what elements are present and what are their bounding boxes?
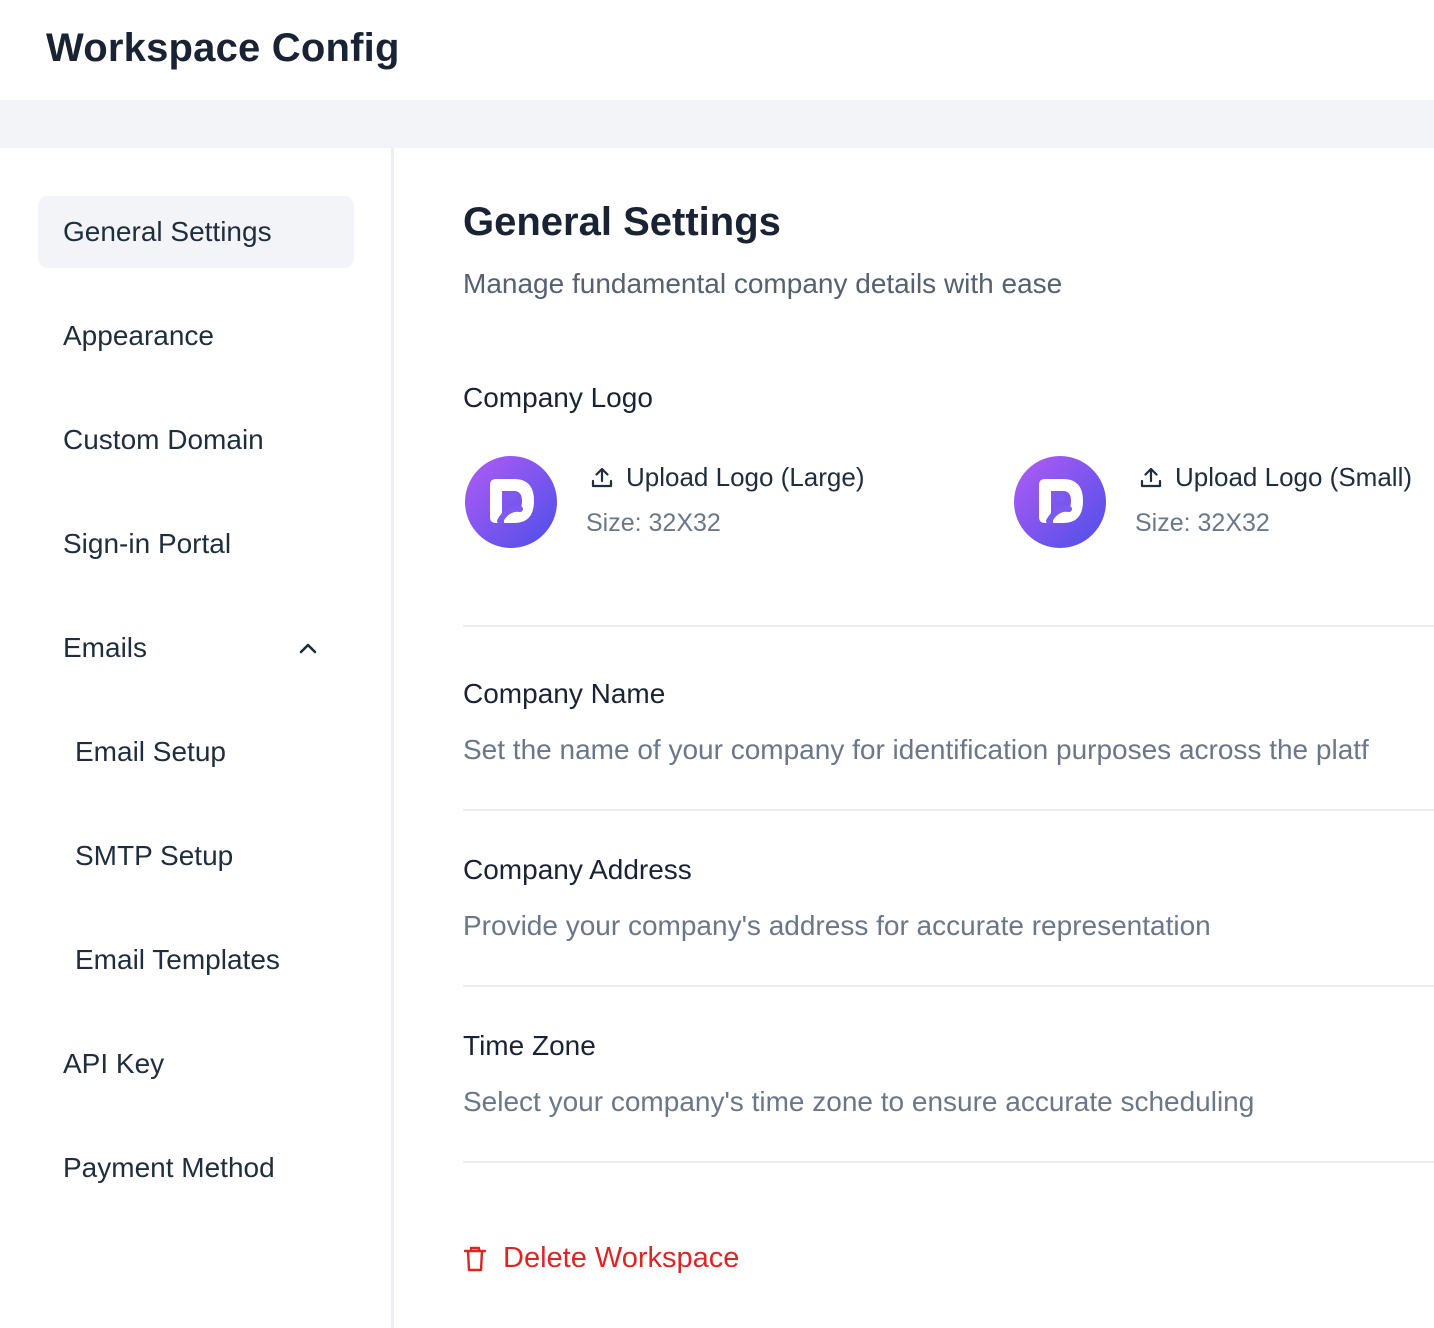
sidebar-item-label: Custom Domain xyxy=(63,424,264,455)
sidebar-item-label: General Settings xyxy=(63,216,272,247)
divider xyxy=(463,625,1434,627)
divider xyxy=(463,809,1434,811)
upload-logo-small-label: Upload Logo (Small) xyxy=(1175,462,1413,492)
time-zone-description: Select your company's time zone to ensur… xyxy=(463,1086,1255,1117)
chevron-up-icon[interactable] xyxy=(296,636,320,660)
sidebar-item-label: Email Setup xyxy=(75,736,226,767)
sidebar-item-email-setup[interactable]: Email Setup xyxy=(38,716,354,788)
sidebar-item-custom-domain[interactable]: Custom Domain xyxy=(38,404,354,476)
sidebar-item-label: Emails xyxy=(63,632,148,663)
sidebar-item-emails[interactable]: Emails xyxy=(38,612,354,684)
logo-large-size: Size: 32X32 xyxy=(586,509,721,537)
sidebar-item-sign-in-portal[interactable]: Sign-in Portal xyxy=(38,508,354,580)
delete-workspace-button[interactable]: Delete Workspace xyxy=(463,1242,739,1275)
company-logo-small-avatar xyxy=(1014,456,1106,548)
top-bar: Workspace Config xyxy=(0,0,1434,100)
upload-icon xyxy=(1140,467,1162,487)
upload-logo-small-button[interactable]: Upload Logo (Small) xyxy=(1139,462,1412,493)
logo-small-size: Size: 32X32 xyxy=(1135,509,1270,537)
company-name-description: Set the name of your company for identif… xyxy=(463,734,1369,765)
company-logo-large-avatar xyxy=(465,456,557,548)
sidebar: General Settings Appearance Custom Domai… xyxy=(0,148,394,1328)
company-name-title: Company Name xyxy=(463,678,666,709)
page-title: General Settings xyxy=(463,200,781,244)
divider xyxy=(463,1161,1434,1163)
time-zone-title: Time Zone xyxy=(463,1030,596,1061)
company-logo-title: Company Logo xyxy=(463,382,653,413)
delete-workspace-label: Delete Workspace xyxy=(503,1242,740,1274)
sidebar-item-smtp-setup[interactable]: SMTP Setup xyxy=(38,820,354,892)
company-address-description: Provide your company's address for accur… xyxy=(463,910,1211,941)
main-content: General Settings Manage fundamental comp… xyxy=(397,148,1434,1328)
upload-logo-large-label: Upload Logo (Large) xyxy=(626,462,865,492)
sidebar-item-label: SMTP Setup xyxy=(75,840,234,871)
trash-icon xyxy=(463,1246,487,1271)
sidebar-item-label: API Key xyxy=(63,1048,165,1079)
sidebar-item-appearance[interactable]: Appearance xyxy=(38,300,354,372)
sidebar-item-label: Email Templates xyxy=(75,944,280,975)
sidebar-item-payment-method[interactable]: Payment Method xyxy=(38,1132,354,1204)
upload-icon xyxy=(591,467,613,487)
sidebar-item-label: Appearance xyxy=(63,320,215,351)
sidebar-item-label: Sign-in Portal xyxy=(63,528,232,559)
company-address-title: Company Address xyxy=(463,854,692,885)
sidebar-item-label: Payment Method xyxy=(63,1152,275,1183)
page-subtitle: Manage fundamental company details with … xyxy=(463,268,1063,299)
divider xyxy=(463,985,1434,987)
sidebar-item-email-templates[interactable]: Email Templates xyxy=(38,924,354,996)
app-title: Workspace Config xyxy=(46,26,400,70)
upload-logo-large-button[interactable]: Upload Logo (Large) xyxy=(590,462,865,493)
sidebar-item-api-key[interactable]: API Key xyxy=(38,1028,354,1100)
sidebar-item-general-settings[interactable]: General Settings xyxy=(38,196,354,268)
header-band xyxy=(0,100,1434,148)
